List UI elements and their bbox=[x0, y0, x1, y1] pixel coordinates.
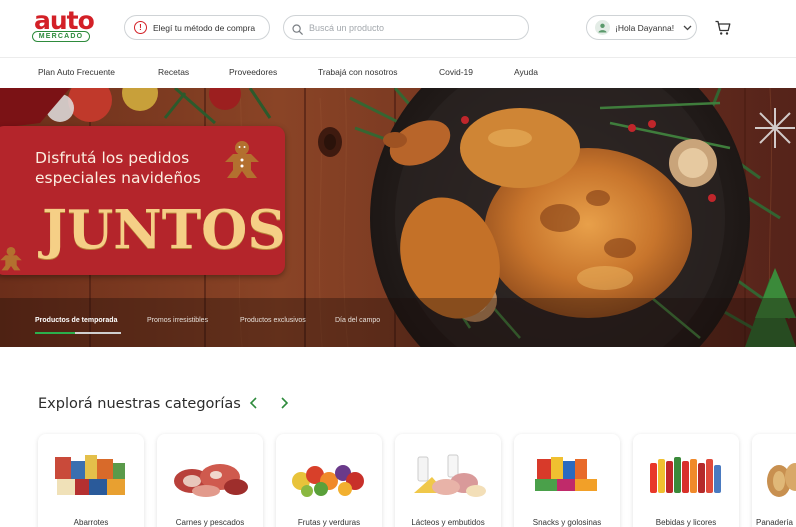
category-label: Panadería bbox=[756, 518, 793, 527]
hero-tab-productos-temporada[interactable]: Productos de temporada bbox=[35, 317, 117, 324]
nav-item-ayuda[interactable]: Ayuda bbox=[514, 67, 538, 77]
cart-icon[interactable] bbox=[714, 19, 732, 37]
user-greeting: ¡Hola Dayanna! bbox=[615, 22, 675, 33]
chevron-left-icon[interactable] bbox=[249, 396, 263, 412]
category-card-carnes[interactable]: Carnes y pescados bbox=[157, 434, 263, 527]
category-label: Frutas y verduras bbox=[297, 518, 361, 527]
category-card-lacteos[interactable]: Lácteos y embutidos bbox=[395, 434, 501, 527]
category-cards: Abarrotes Carnes y pescados Frutas y ver… bbox=[38, 434, 796, 527]
gingerbread-small-icon bbox=[0, 247, 22, 271]
search-bar[interactable] bbox=[283, 15, 529, 40]
page: auto MERCADO ! Elegí tu método de compra… bbox=[0, 0, 796, 527]
nav-item-proveedores[interactable]: Proveedores bbox=[229, 67, 277, 77]
chevron-down-icon bbox=[683, 23, 692, 33]
header: auto MERCADO ! Elegí tu método de compra… bbox=[0, 0, 796, 56]
beverages-image bbox=[650, 457, 721, 493]
nav-item-plan-auto-frecuente[interactable]: Plan Auto Frecuente bbox=[38, 67, 115, 77]
nav-item-trabaja[interactable]: Trabajá con nosotros bbox=[318, 67, 398, 77]
promo-subtitle: Disfrutá los pedidos especiales navideño… bbox=[35, 149, 201, 187]
nav-item-covid[interactable]: Covid-19 bbox=[439, 67, 473, 77]
nav-item-recetas[interactable]: Recetas bbox=[158, 67, 189, 77]
search-input[interactable] bbox=[309, 22, 519, 33]
category-card-abarrotes[interactable]: Abarrotes bbox=[38, 434, 144, 527]
dairy-image bbox=[414, 454, 486, 497]
promo-card[interactable]: Disfrutá los pedidos especiales navideño… bbox=[0, 126, 286, 275]
logo-word: auto bbox=[34, 6, 95, 35]
auto-mercado-logo[interactable]: auto MERCADO bbox=[30, 8, 95, 44]
groceries-image bbox=[55, 455, 125, 495]
category-card-frutas[interactable]: Frutas y verduras bbox=[276, 434, 382, 527]
bakery-image bbox=[767, 463, 796, 497]
hero-banner[interactable]: Disfrutá los pedidos especiales navideño… bbox=[0, 88, 796, 347]
hero-tab-progress-track bbox=[75, 332, 121, 334]
category-label: Lácteos y embutidos bbox=[411, 518, 485, 527]
category-card-panaderia[interactable]: Panadería bbox=[752, 434, 796, 527]
user-icon bbox=[595, 20, 610, 35]
gingerbread-icon bbox=[225, 141, 259, 178]
hero-tab-productos-exclusivos[interactable]: Productos exclusivos bbox=[240, 317, 306, 324]
category-label: Carnes y pescados bbox=[175, 518, 245, 527]
categories-title: Explorá nuestras categorías bbox=[38, 396, 241, 412]
hero-tab-promos-irresistibles[interactable]: Promos irresistibles bbox=[147, 317, 208, 324]
alert-icon: ! bbox=[134, 21, 147, 34]
chevron-right-icon[interactable] bbox=[279, 396, 293, 412]
category-label: Snacks y golosinas bbox=[532, 518, 602, 527]
snacks-image bbox=[535, 457, 597, 491]
produce-image bbox=[292, 465, 364, 497]
logo-sub: MERCADO bbox=[32, 31, 90, 42]
main-nav: Plan Auto Frecuente Recetas Proveedores … bbox=[0, 57, 796, 87]
search-icon bbox=[292, 22, 303, 35]
hero-tab-progress bbox=[35, 332, 75, 334]
category-card-snacks[interactable]: Snacks y golosinas bbox=[514, 434, 620, 527]
category-card-bebidas[interactable]: Bebidas y licores bbox=[633, 434, 739, 527]
purchase-method-button[interactable]: ! Elegí tu método de compra bbox=[124, 15, 270, 40]
category-label: Abarrotes bbox=[73, 518, 109, 527]
purchase-method-label: Elegí tu método de compra bbox=[153, 22, 256, 33]
meat-image bbox=[174, 464, 248, 497]
user-menu-button[interactable]: ¡Hola Dayanna! bbox=[586, 15, 697, 40]
hero-tab-dia-del-campo[interactable]: Día del campo bbox=[335, 317, 380, 324]
category-label: Bebidas y licores bbox=[655, 518, 717, 527]
promo-title: JUNTOS bbox=[42, 199, 286, 261]
